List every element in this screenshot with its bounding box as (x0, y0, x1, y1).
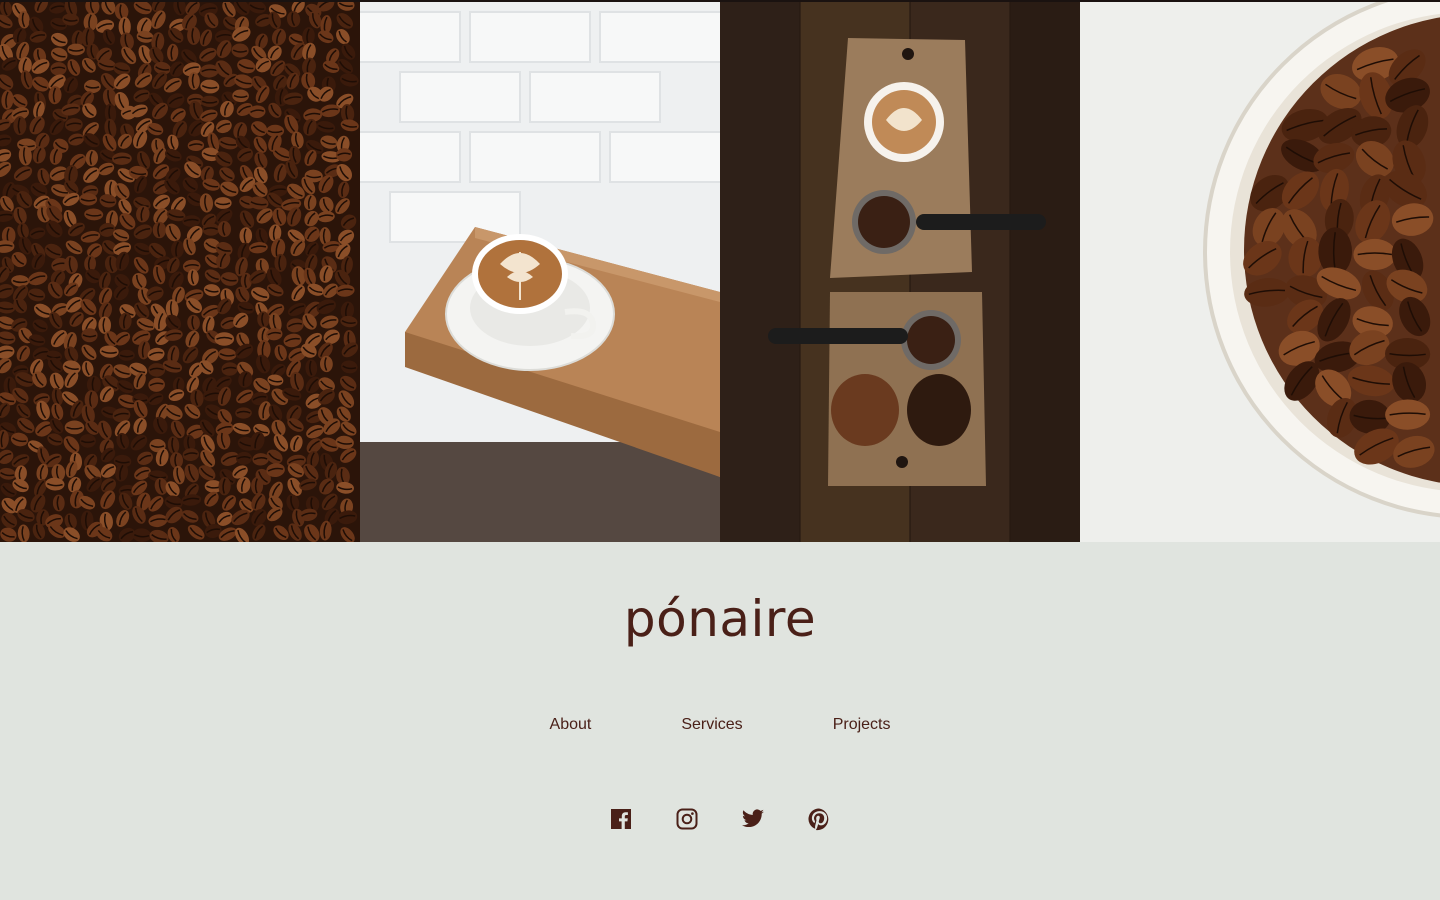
main-nav: About Services Projects (0, 716, 1440, 734)
social-links (0, 805, 1440, 833)
latte-on-wooden-shelf-image (360, 2, 720, 542)
coffee-beans-scattered-image (0, 2, 360, 542)
instagram-icon[interactable] (675, 805, 699, 833)
nav-link-about[interactable]: About (550, 716, 592, 734)
facebook-icon[interactable] (609, 805, 633, 833)
twitter-icon[interactable] (741, 805, 765, 833)
brand-logo[interactable]: pónaire (0, 590, 1440, 648)
espresso-tools-on-boards-image (720, 2, 1080, 542)
pinterest-icon[interactable] (807, 805, 831, 833)
image-gallery (0, 0, 1440, 542)
nav-link-services[interactable]: Services (681, 716, 742, 734)
bowl-of-coffee-beans-image (1080, 2, 1440, 542)
nav-link-projects[interactable]: Projects (833, 716, 891, 734)
